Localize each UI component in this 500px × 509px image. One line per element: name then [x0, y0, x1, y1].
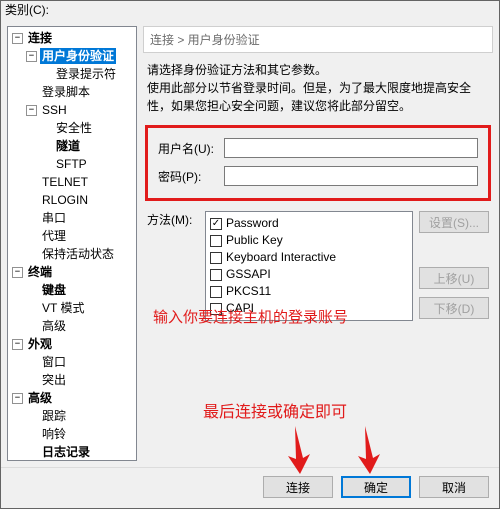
tree-node-sftp[interactable]: SFTP — [38, 155, 136, 173]
tree-node-auth[interactable]: − 用户身份验证 — [24, 47, 136, 65]
collapse-icon[interactable]: − — [12, 267, 23, 278]
tree-node-tunnel[interactable]: 隧道 — [38, 137, 136, 155]
method-label: 方法(M): — [147, 211, 199, 228]
tree-node-connection[interactable]: − 连接 — [10, 29, 136, 47]
move-up-button[interactable]: 上移(U) — [419, 267, 489, 289]
method-item-pkcs11[interactable]: PKCS11 — [210, 283, 408, 300]
category-tree[interactable]: − 连接 − 用户身份验证 登录提示符 — [7, 26, 137, 461]
cancel-button[interactable]: 取消 — [419, 476, 489, 498]
checkbox-icon[interactable] — [210, 286, 222, 298]
annotation-buttons: 最后连接或确定即可 — [203, 398, 347, 422]
tree-node-ssh[interactable]: − SSH — [24, 101, 136, 119]
tree-node-proxy[interactable]: 代理 — [24, 227, 136, 245]
tree-node-keyboard[interactable]: 键盘 — [24, 281, 136, 299]
tree-node-login-prompt[interactable]: 登录提示符 — [38, 65, 136, 83]
ok-button[interactable]: 确定 — [341, 476, 411, 498]
auth-methods-list[interactable]: ✓Password Public Key Keyboard Interactiv… — [205, 211, 413, 321]
description-text: 请选择身份验证方法和其它参数。 使用此部分以节省登录时间。但是，为了最大限度地提… — [143, 59, 493, 121]
checkbox-icon[interactable] — [210, 235, 222, 247]
move-down-button[interactable]: 下移(D) — [419, 297, 489, 319]
username-label: 用户名(U): — [158, 140, 218, 157]
method-item-password[interactable]: ✓Password — [210, 215, 408, 232]
connect-button[interactable]: 连接 — [263, 476, 333, 498]
tree-node-terminal[interactable]: − 终端 — [10, 263, 136, 281]
annotation-credentials: 输入你要连接主机的登录账号 — [153, 306, 348, 327]
password-input[interactable] — [224, 166, 478, 186]
checkbox-icon[interactable] — [210, 252, 222, 264]
tree-node-rlogin[interactable]: RLOGIN — [24, 191, 136, 209]
tree-node-highlight[interactable]: 突出 — [24, 371, 136, 389]
setup-button[interactable]: 设置(S)... — [419, 211, 489, 233]
tree-node-telnet[interactable]: TELNET — [24, 173, 136, 191]
tree-node-serial[interactable]: 串口 — [24, 209, 136, 227]
tree-node-appearance[interactable]: − 外观 — [10, 335, 136, 353]
tree-node-trace[interactable]: 跟踪 — [24, 407, 136, 425]
method-item-gssapi[interactable]: GSSAPI — [210, 266, 408, 283]
tree-node-keepalive[interactable]: 保持活动状态 — [24, 245, 136, 263]
detail-pane: 连接 > 用户身份验证 请选择身份验证方法和其它参数。 使用此部分以节省登录时间… — [143, 26, 493, 461]
collapse-icon[interactable]: − — [26, 51, 37, 62]
session-properties-dialog: 类别(C): − 连接 − 用户身份验证 — [0, 0, 500, 509]
checkbox-icon[interactable]: ✓ — [210, 218, 222, 230]
collapse-icon[interactable]: − — [12, 339, 23, 350]
tree-node-advanced[interactable]: − 高级 — [10, 389, 136, 407]
category-label: 类别(C): — [1, 1, 499, 20]
collapse-icon[interactable]: − — [12, 393, 23, 404]
collapse-icon[interactable]: − — [12, 33, 23, 44]
tree-node-window[interactable]: 窗口 — [24, 353, 136, 371]
method-item-keyboard[interactable]: Keyboard Interactive — [210, 249, 408, 266]
tree-node-bell[interactable]: 响铃 — [24, 425, 136, 443]
username-input[interactable] — [224, 138, 478, 158]
credentials-highlight-box: 用户名(U): 密码(P): — [145, 125, 491, 201]
content-area: − 连接 − 用户身份验证 登录提示符 — [1, 20, 499, 467]
tree-node-advanced-term[interactable]: 高级 — [24, 317, 136, 335]
checkbox-icon[interactable] — [210, 269, 222, 281]
tree-node-vt[interactable]: VT 模式 — [24, 299, 136, 317]
password-label: 密码(P): — [158, 168, 218, 185]
tree-node-log[interactable]: 日志记录 — [24, 443, 136, 461]
breadcrumb: 连接 > 用户身份验证 — [143, 26, 493, 53]
method-item-publickey[interactable]: Public Key — [210, 232, 408, 249]
dialog-footer: 连接 确定 取消 — [1, 467, 499, 508]
tree-node-login-script[interactable]: 登录脚本 — [24, 83, 136, 101]
tree-node-security[interactable]: 安全性 — [38, 119, 136, 137]
collapse-icon[interactable]: − — [26, 105, 37, 116]
